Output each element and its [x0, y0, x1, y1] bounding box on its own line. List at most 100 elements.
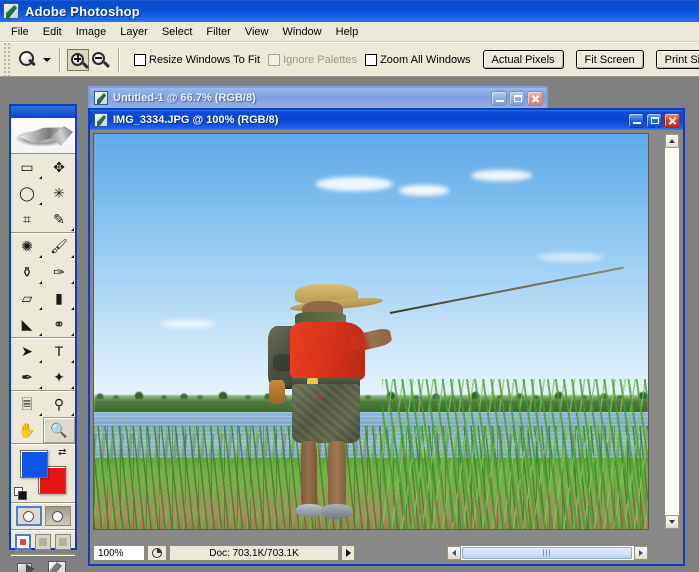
checkbox-box[interactable]	[134, 53, 146, 66]
pen-tool[interactable]: ✒	[11, 364, 43, 390]
close-button[interactable]	[664, 112, 680, 128]
photo-camo-shorts	[292, 384, 361, 444]
document-status-bar: 100% Doc: 703.1K/703.1K	[93, 545, 355, 561]
document-window-img-3334[interactable]: IMG_3334.JPG @ 100% (RGB/8) R 100% Doc: …	[88, 108, 685, 566]
menu-item-help[interactable]: Help	[329, 23, 366, 41]
menu-item-window[interactable]: Window	[276, 23, 329, 41]
ignore-palettes-checkbox: Ignore Palettes	[268, 53, 358, 66]
magic-wand-tool[interactable]: ✳	[43, 180, 75, 206]
horizontal-scrollbar[interactable]	[446, 545, 649, 561]
vertical-scrollbar[interactable]	[664, 133, 680, 530]
slice-tool[interactable]: ✎	[43, 206, 75, 232]
horizontal-scroll-thumb[interactable]	[462, 547, 632, 559]
zoom-in-icon[interactable]	[67, 48, 90, 71]
dodge-tool[interactable]: ⚭	[43, 311, 75, 337]
hand-tool[interactable]: ✋	[11, 417, 43, 443]
minimize-button[interactable]	[491, 90, 507, 106]
print-size-button[interactable]: Print Size	[655, 50, 699, 69]
window-buttons	[628, 112, 683, 128]
lasso-tool[interactable]: ◯	[11, 180, 43, 206]
window-resize-grip[interactable]	[668, 549, 681, 562]
menu-item-filter[interactable]: Filter	[199, 23, 237, 41]
photo-cloud	[537, 252, 604, 262]
path-selection-tool[interactable]: ➤	[11, 338, 43, 364]
quick-mask-mode-button[interactable]	[44, 506, 71, 526]
eraser-tool[interactable]: ▱	[11, 285, 43, 311]
menu-item-select[interactable]: Select	[155, 23, 200, 41]
photo-fisherman: R	[263, 284, 394, 529]
eyedropper-tool[interactable]: ⚲	[43, 391, 75, 417]
document-size-info: Doc: 703.1K/703.1K	[169, 545, 339, 561]
blur-tool[interactable]: ◣	[11, 311, 43, 337]
standard-screen-mode-button[interactable]	[15, 534, 31, 550]
maximize-button[interactable]	[646, 112, 662, 128]
minimize-button[interactable]	[628, 112, 644, 128]
checkbox-box[interactable]	[365, 53, 378, 66]
notes-tool[interactable]: 🗏	[11, 391, 43, 417]
move-tool[interactable]: ✥	[43, 154, 75, 180]
checkbox-label: Zoom All Windows	[380, 53, 471, 66]
image-canvas[interactable]: R	[93, 133, 649, 530]
application-titlebar: Adobe Photoshop	[0, 0, 699, 22]
document-title: IMG_3334.JPG @ 100% (RGB/8)	[113, 114, 279, 126]
photoshop-feather-icon	[3, 3, 19, 19]
fit-screen-button[interactable]: Fit Screen	[575, 50, 644, 69]
photo-sandal-right	[321, 504, 354, 520]
foreground-color-swatch[interactable]	[20, 450, 48, 478]
document-titlebar[interactable]: Untitled-1 @ 66.7% (RGB/8)	[90, 88, 546, 108]
close-button[interactable]	[527, 90, 543, 106]
status-menu-arrow-icon[interactable]	[341, 545, 355, 561]
checkbox-label: Resize Windows To Fit	[149, 53, 261, 66]
menu-item-view[interactable]: View	[238, 23, 276, 41]
crop-tool[interactable]: ⌗	[11, 206, 43, 232]
maximize-button[interactable]	[509, 90, 525, 106]
menubar: File Edit Image Layer Select Filter View…	[0, 22, 699, 42]
jump-to-imageready-button[interactable]	[16, 558, 42, 572]
photo-cloud	[398, 185, 449, 196]
document-titlebar[interactable]: IMG_3334.JPG @ 100% (RGB/8)	[90, 110, 683, 130]
options-separator-1	[59, 47, 60, 72]
full-screen-mode-button[interactable]	[55, 534, 71, 550]
zoom-level-field[interactable]: 100%	[93, 545, 145, 561]
document-icon	[94, 113, 108, 127]
photo-water-bottle	[269, 379, 285, 405]
options-bar-grip[interactable]	[2, 43, 10, 76]
healing-brush-tool[interactable]: ✺	[11, 233, 43, 259]
zoom-out-icon[interactable]	[89, 48, 111, 71]
zoom-tool-icon[interactable]	[14, 47, 40, 73]
toolbox-titlebar[interactable]	[11, 106, 75, 118]
document-icon	[94, 91, 108, 105]
scroll-right-arrow-icon[interactable]	[634, 546, 648, 560]
scroll-left-arrow-icon[interactable]	[447, 546, 461, 560]
zoom-all-windows-checkbox[interactable]: Zoom All Windows	[365, 53, 471, 66]
type-tool[interactable]: T	[43, 338, 75, 364]
mask-mode-row	[11, 503, 75, 529]
gradient-tool[interactable]: ▮	[43, 285, 75, 311]
menu-item-edit[interactable]: Edit	[36, 23, 69, 41]
resize-windows-to-fit-checkbox[interactable]: Resize Windows To Fit	[134, 53, 261, 66]
brush-tool[interactable]: 🖌	[43, 233, 75, 259]
photo-red-shirt	[289, 322, 366, 381]
actual-pixels-button[interactable]: Actual Pixels	[482, 50, 564, 69]
clone-stamp-tool[interactable]: ⚱	[11, 259, 43, 285]
toolbox-palette: ▭ ✥ ◯ ✳ ⌗ ✎ ✺ 🖌 ⚱ ✑ ▱ ▮ ◣ ⚭ ➤ T ✒ ✦ 🗏 ⚲ …	[9, 104, 77, 572]
menu-item-file[interactable]: File	[4, 23, 36, 41]
history-brush-tool[interactable]: ✑	[43, 259, 75, 285]
scroll-down-arrow-icon[interactable]	[665, 515, 679, 529]
default-colors-icon[interactable]	[14, 487, 27, 500]
zoom-tool[interactable]: 🔍	[43, 417, 75, 443]
full-screen-with-menu-bar-button[interactable]	[35, 534, 51, 550]
imageready-icon	[44, 558, 70, 572]
checkbox-label: Ignore Palettes	[283, 53, 358, 66]
options-separator-2	[118, 47, 119, 72]
tool-grid: ▭ ✥ ◯ ✳ ⌗ ✎ ✺ 🖌 ⚱ ✑ ▱ ▮ ◣ ⚭ ➤ T ✒ ✦ 🗏 ⚲ …	[11, 154, 75, 444]
scroll-up-arrow-icon[interactable]	[665, 134, 679, 148]
marquee-tool[interactable]: ▭	[11, 154, 43, 180]
menu-item-layer[interactable]: Layer	[113, 23, 155, 41]
chevron-down-icon[interactable]	[40, 47, 52, 73]
custom-shape-tool[interactable]: ✦	[43, 364, 75, 390]
preview-proxy-icon[interactable]	[147, 545, 167, 561]
menu-item-image[interactable]: Image	[69, 23, 114, 41]
standard-mode-button[interactable]	[15, 506, 42, 526]
swap-colors-icon[interactable]: ⇄	[58, 447, 69, 458]
